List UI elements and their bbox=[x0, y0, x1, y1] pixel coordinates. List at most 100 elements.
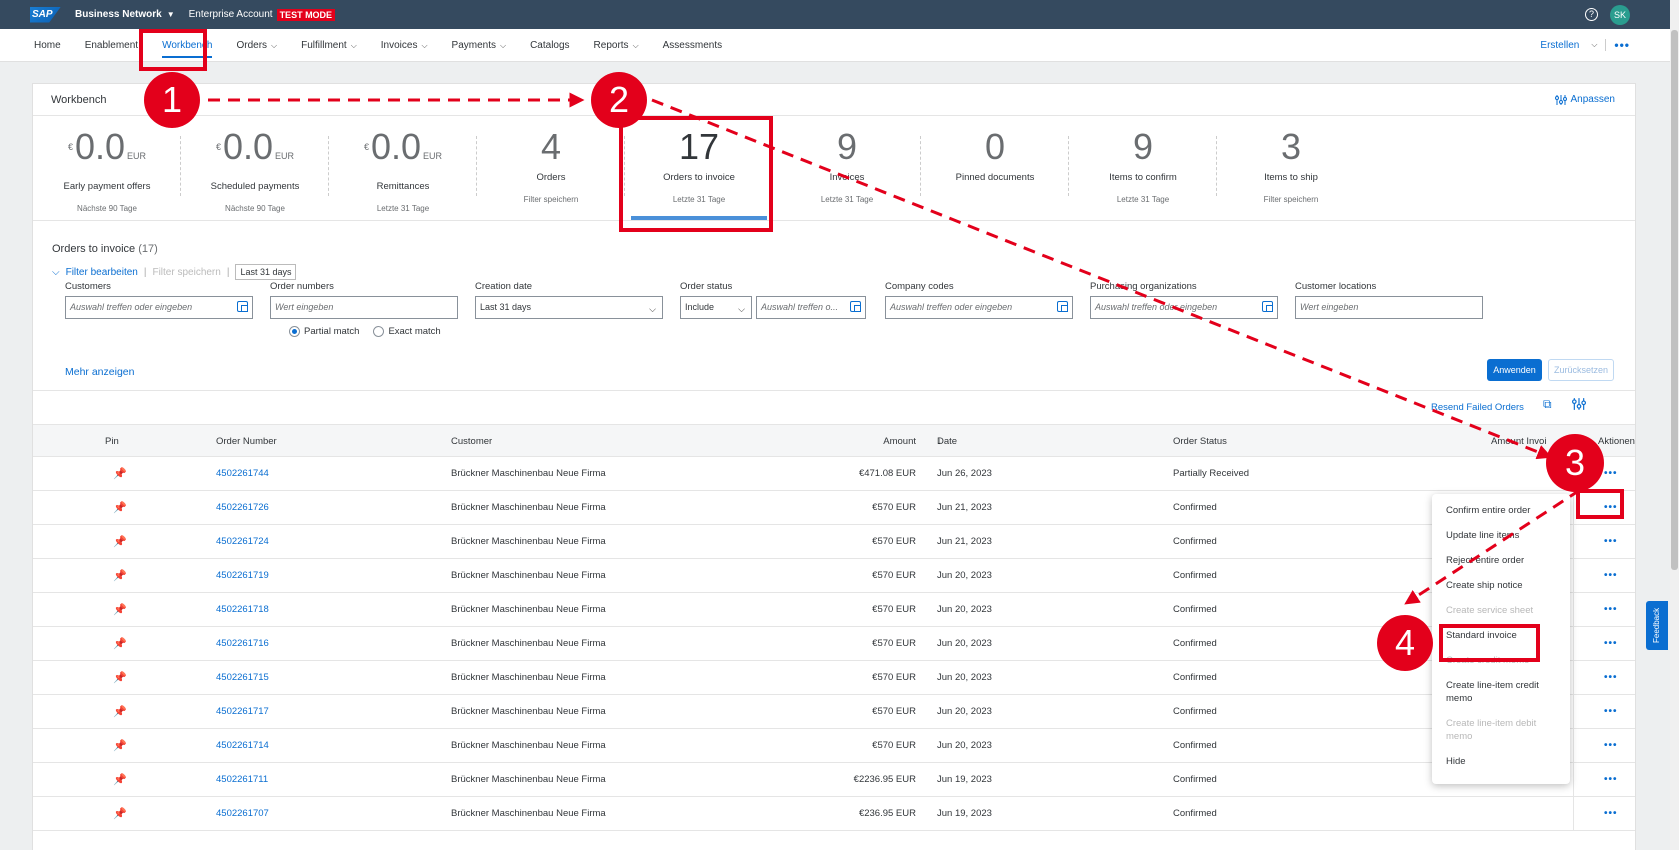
table-settings-icon[interactable] bbox=[1571, 397, 1586, 411]
exact-match-radio[interactable]: Exact match bbox=[373, 326, 441, 337]
pin-icon[interactable]: 📌 bbox=[113, 559, 127, 593]
show-more-link[interactable]: Mehr anzeigen bbox=[65, 366, 134, 378]
row-more-actions-icon[interactable]: ••• bbox=[1604, 457, 1618, 491]
row-more-actions-icon[interactable]: ••• bbox=[1604, 763, 1618, 797]
export-icon[interactable]: ⧉ bbox=[1543, 397, 1552, 412]
tile-items-to-ship[interactable]: 3 Items to ship Filter speichern bbox=[1217, 116, 1365, 220]
value-help-icon[interactable] bbox=[1262, 301, 1273, 312]
edit-filter-link[interactable]: Filter bearbeiten bbox=[66, 267, 138, 278]
row-more-actions-icon[interactable]: ••• bbox=[1604, 525, 1618, 559]
tile-scheduled-payments[interactable]: €0.0 EUR Scheduled payments Nächste 90 Ta… bbox=[181, 116, 329, 220]
row-more-actions-icon[interactable]: ••• bbox=[1604, 661, 1618, 695]
purchasing-orgs-input[interactable]: Auswahl treffen oder eingeben bbox=[1090, 296, 1278, 319]
apply-button[interactable]: Anwenden bbox=[1487, 359, 1542, 381]
nav-home[interactable]: Home bbox=[0, 29, 73, 62]
row-more-actions-icon[interactable]: ••• bbox=[1604, 559, 1618, 593]
order-number-link[interactable]: 4502261707 bbox=[216, 797, 269, 831]
tile-invoices[interactable]: 9 Invoices Letzte 31 Tage bbox=[773, 116, 921, 220]
table-row[interactable]: 📌 4502261717 Brückner Maschinenbau Neue Fi… bbox=[33, 695, 1635, 729]
nav-reports[interactable]: Reports ⌵ bbox=[582, 29, 651, 62]
tile-early-payment[interactable]: €0.0 EUR Early payment offers Nächste 90 … bbox=[33, 116, 181, 220]
brand-name[interactable]: Business Network bbox=[75, 9, 162, 20]
more-options-icon[interactable]: ••• bbox=[1614, 38, 1630, 52]
pin-icon[interactable]: 📌 bbox=[113, 593, 127, 627]
order-number-link[interactable]: 4502261715 bbox=[216, 661, 269, 695]
value-help-icon[interactable] bbox=[1057, 301, 1068, 312]
pin-icon[interactable]: 📌 bbox=[113, 457, 127, 491]
menu-item-create-line-item-credit-memo[interactable]: Create line-item credit memo bbox=[1432, 673, 1570, 711]
create-menu[interactable]: Erstellen bbox=[1540, 40, 1579, 51]
nav-fulfillment[interactable]: Fulfillment ⌵ bbox=[289, 29, 369, 62]
pin-icon[interactable]: 📌 bbox=[113, 763, 127, 797]
table-row[interactable]: 📌 4502261719 Brückner Maschinenbau Neue Fi… bbox=[33, 559, 1635, 593]
column-header[interactable]: Amount bbox=[883, 425, 916, 458]
value-help-icon[interactable] bbox=[850, 301, 861, 312]
order-number-link[interactable]: 4502261719 bbox=[216, 559, 269, 593]
order-number-link[interactable]: 4502261718 bbox=[216, 593, 269, 627]
pin-icon[interactable]: 📌 bbox=[113, 661, 127, 695]
column-header[interactable]: Pin bbox=[105, 425, 119, 458]
avatar[interactable]: SK bbox=[1610, 4, 1630, 25]
company-codes-input[interactable]: Auswahl treffen oder eingeben bbox=[885, 296, 1073, 319]
pin-icon[interactable]: 📌 bbox=[113, 729, 127, 763]
order-number-link[interactable]: 4502261744 bbox=[216, 457, 269, 491]
table-row[interactable]: 📌 4502261714 Brückner Maschinenbau Neue Fi… bbox=[33, 729, 1635, 763]
customize-button[interactable]: Anpassen bbox=[1554, 94, 1615, 106]
customer-locations-input[interactable]: Wert eingeben bbox=[1295, 296, 1483, 319]
nav-catalogs[interactable]: Catalogs bbox=[518, 29, 581, 62]
order-numbers-input[interactable]: Wert eingeben bbox=[270, 296, 458, 319]
help-icon[interactable]: ? bbox=[1585, 8, 1598, 21]
tile-items-to-confirm[interactable]: 9 Items to confirm Letzte 31 Tage bbox=[1069, 116, 1217, 220]
order-status-operator[interactable]: Include ⌵ bbox=[680, 296, 752, 319]
column-header[interactable]: Order Number bbox=[216, 425, 277, 458]
tile-pinned-documents[interactable]: 0 Pinned documents bbox=[921, 116, 1069, 220]
scrollbar-thumb[interactable] bbox=[1671, 30, 1678, 570]
row-more-actions-icon[interactable]: ••• bbox=[1604, 729, 1618, 763]
order-number-link[interactable]: 4502261714 bbox=[216, 729, 269, 763]
nav-assessments[interactable]: Assessments bbox=[651, 29, 734, 62]
order-status-input[interactable]: Auswahl treffen o... bbox=[756, 296, 866, 319]
row-more-actions-icon[interactable]: ••• bbox=[1604, 695, 1618, 729]
column-header[interactable]: Order Status bbox=[1173, 425, 1227, 458]
column-header[interactable]: Amount Invoi bbox=[1491, 425, 1546, 458]
menu-item-reject-entire-order[interactable]: Reject entire order bbox=[1432, 548, 1570, 573]
nav-payments[interactable]: Payments ⌵ bbox=[440, 29, 519, 62]
pin-icon[interactable]: 📌 bbox=[113, 695, 127, 729]
feedback-tab[interactable]: Feedback bbox=[1646, 601, 1668, 650]
order-number-link[interactable]: 4502261724 bbox=[216, 525, 269, 559]
reset-button[interactable]: Zurücksetzen bbox=[1548, 359, 1614, 381]
menu-item-confirm-entire-order[interactable]: Confirm entire order bbox=[1432, 498, 1570, 523]
customers-input[interactable]: Auswahl treffen oder eingeben bbox=[65, 296, 253, 319]
save-filter-link[interactable]: Filter speichern bbox=[152, 267, 220, 278]
resend-failed-orders-link[interactable]: Resend Failed Orders bbox=[1431, 402, 1524, 413]
table-row[interactable]: 📌 4502261744 Brückner Maschinenbau Neue Fi… bbox=[33, 457, 1635, 491]
order-number-link[interactable]: 4502261717 bbox=[216, 695, 269, 729]
menu-item-update-line-items[interactable]: Update line items bbox=[1432, 523, 1570, 548]
partial-match-radio[interactable]: Partial match bbox=[289, 326, 359, 337]
creation-date-select[interactable]: Last 31 days ⌵ bbox=[475, 296, 663, 319]
value-help-icon[interactable] bbox=[237, 301, 248, 312]
column-header[interactable]: Customer bbox=[451, 425, 492, 458]
pin-icon[interactable]: 📌 bbox=[113, 627, 127, 661]
table-row[interactable]: 📌 4502261724 Brückner Maschinenbau Neue Fi… bbox=[33, 525, 1635, 559]
nav-invoices[interactable]: Invoices ⌵ bbox=[369, 29, 440, 62]
pin-icon[interactable]: 📌 bbox=[113, 491, 127, 525]
table-row[interactable]: 📌 4502261711 Brückner Maschinenbau Neue Fi… bbox=[33, 763, 1635, 797]
date-range-chip[interactable]: Last 31 days bbox=[235, 264, 297, 280]
tile-remittances[interactable]: €0.0 EUR Remittances Letzte 31 Tage bbox=[329, 116, 477, 220]
order-number-link[interactable]: 4502261716 bbox=[216, 627, 269, 661]
order-number-link[interactable]: 4502261726 bbox=[216, 491, 269, 525]
tile-orders[interactable]: 4 Orders Filter speichern bbox=[477, 116, 625, 220]
chevron-down-icon[interactable]: ⌵ bbox=[1591, 40, 1597, 50]
order-number-link[interactable]: 4502261711 bbox=[216, 763, 268, 797]
table-row[interactable]: 📌 4502261726 Brückner Maschinenbau Neue Fi… bbox=[33, 491, 1635, 525]
pin-icon[interactable]: 📌 bbox=[113, 797, 127, 831]
sap-logo[interactable]: SAP bbox=[30, 6, 61, 23]
nav-orders[interactable]: Orders ⌵ bbox=[224, 29, 289, 62]
menu-item-hide[interactable]: Hide bbox=[1432, 749, 1570, 774]
row-more-actions-icon[interactable]: ••• bbox=[1604, 627, 1618, 661]
row-more-actions-icon[interactable]: ••• bbox=[1604, 797, 1618, 831]
table-row[interactable]: 📌 4502261707 Brückner Maschinenbau Neue Fi… bbox=[33, 797, 1635, 831]
chevron-down-icon[interactable]: ▼ bbox=[167, 10, 175, 19]
menu-item-create-ship-notice[interactable]: Create ship notice bbox=[1432, 573, 1570, 598]
